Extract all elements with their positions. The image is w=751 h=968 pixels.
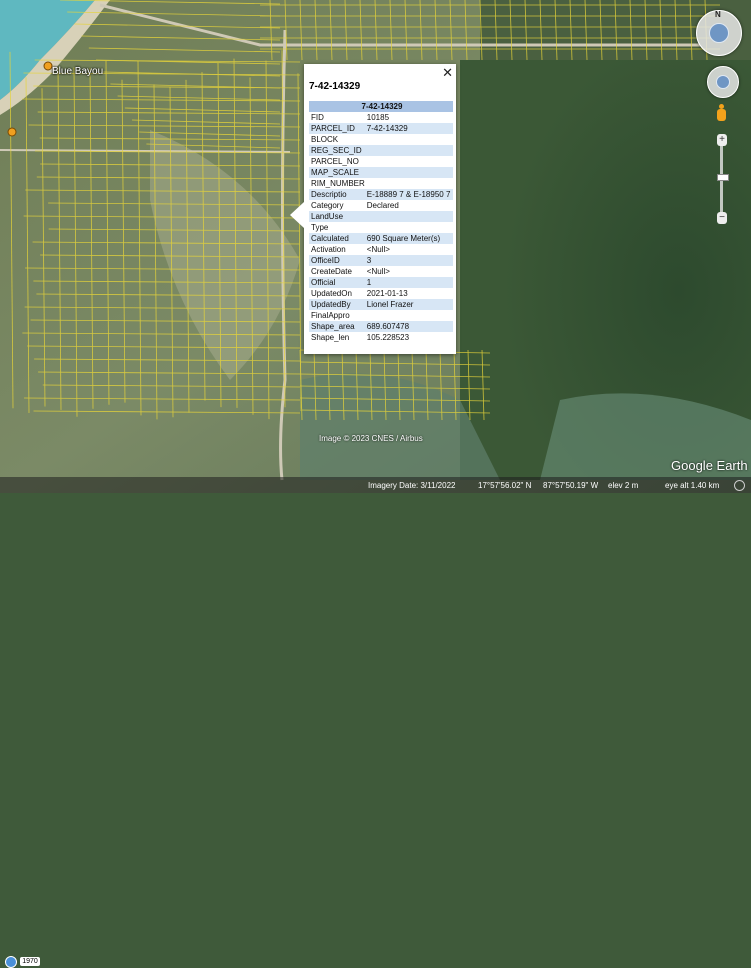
attribute-key: RIM_NUMBER	[311, 179, 365, 188]
attribute-key: Shape_len	[311, 333, 350, 342]
attribute-row: Category Declared	[309, 200, 453, 211]
hand-icon	[716, 75, 730, 89]
attribute-value	[365, 178, 453, 189]
attribute-key: BLOCK	[311, 135, 339, 144]
imagery-date: Imagery Date: 3/11/2022	[368, 481, 456, 490]
attribute-value: 105.228523	[366, 333, 410, 342]
look-joystick-icon[interactable]: N	[696, 10, 742, 56]
imagery-copyright: Image © 2023 CNES / Airbus	[319, 434, 423, 443]
attribute-key: MAP_SCALE	[309, 167, 365, 178]
attribute-key: UpdatedBy	[309, 299, 365, 310]
attribute-row: Shape_area 689.607478	[309, 321, 453, 332]
attribute-row: RIM_NUMBER	[309, 178, 453, 189]
attribute-row: Official 1	[309, 277, 453, 288]
attribute-value	[364, 211, 453, 222]
attribute-row: REG_SEC_ID	[309, 145, 453, 156]
status-circle-icon[interactable]	[734, 480, 745, 491]
attribute-row: FinalAppro	[309, 310, 453, 321]
attribute-row: Calculated 690 Square Meter(s)	[309, 233, 453, 244]
historical-year-badge[interactable]: 1970	[20, 957, 40, 966]
google-earth-logo: Google Earth	[671, 458, 748, 473]
zoom-slider-icon[interactable]: + −	[717, 134, 729, 226]
attribute-key: Shape_area	[309, 321, 365, 332]
attribute-row: PARCEL_ID 7-42-14329	[309, 123, 453, 134]
attribute-key: Activation	[311, 245, 346, 254]
attribute-row: UpdatedOn 2021-01-13	[309, 288, 453, 299]
attribute-key: REG_SEC_ID	[309, 145, 365, 156]
attribute-row: LandUse	[309, 211, 453, 222]
attribute-value: 689.607478	[364, 321, 453, 332]
attribute-value: <Null>	[366, 267, 390, 276]
attribute-row: CreateDate <Null>	[309, 266, 453, 277]
attribute-key: FinalAppro	[311, 311, 350, 320]
attribute-key: Calculated	[309, 233, 365, 244]
zoom-in-button[interactable]: +	[717, 134, 727, 146]
attribute-key: FID	[311, 113, 324, 122]
move-joystick-icon[interactable]	[707, 66, 739, 98]
place-label-blue-bayou[interactable]: Blue Bayou	[52, 66, 103, 77]
attribute-key: Category	[311, 201, 344, 210]
attribute-table-header: 7-42-14329	[309, 101, 453, 112]
eye-icon	[709, 23, 729, 43]
eye-altitude-readout: eye alt 1.40 km	[665, 481, 720, 490]
attribute-key: Descriptio	[309, 189, 365, 200]
attribute-row: Activation <Null>	[309, 244, 453, 255]
attribute-value	[364, 167, 453, 178]
attribute-row: OfficeID 3	[309, 255, 453, 266]
historical-imagery-icon[interactable]	[5, 956, 17, 968]
status-bar: 1970 Imagery Date: 3/11/2022 17°57'56.02…	[0, 477, 751, 968]
attribute-value: 3	[364, 255, 453, 266]
attribute-value: Lionel Frazer	[364, 299, 453, 310]
attribute-row: Shape_len 105.228523	[309, 332, 453, 343]
attribute-key: OfficeID	[309, 255, 365, 266]
attribute-value: <Null>	[366, 245, 390, 254]
attribute-value	[365, 310, 453, 321]
elevation-readout: elev 2 m	[608, 481, 639, 490]
attribute-value	[364, 145, 453, 156]
attribute-key: PARCEL_NO	[311, 157, 359, 166]
place-pin[interactable]	[7, 127, 17, 137]
attribute-key: Official	[309, 277, 365, 288]
zoom-out-button[interactable]: −	[717, 212, 727, 224]
street-view-pegman-icon[interactable]	[717, 104, 726, 124]
attribute-value: 1	[364, 277, 453, 288]
attribute-row: BLOCK	[309, 134, 453, 145]
place-pin[interactable]	[43, 61, 53, 71]
attribute-key: LandUse	[309, 211, 365, 222]
attribute-row: MAP_SCALE	[309, 167, 453, 178]
close-icon[interactable]: ✕	[442, 65, 453, 81]
attribute-table: 7-42-14329 FID 10185 PARCEL_ID 7-42-14329 BL…	[309, 101, 453, 343]
attribute-value: 7-42-14329	[364, 123, 453, 134]
popup-title: 7-42-14329	[309, 81, 361, 92]
attribute-value	[365, 222, 453, 233]
attribute-key: CreateDate	[311, 267, 352, 276]
attribute-key: Type	[311, 223, 329, 232]
attribute-value: 10185	[366, 113, 390, 122]
zoom-slider-thumb[interactable]	[717, 174, 729, 181]
attribute-value: 690 Square Meter(s)	[364, 233, 453, 244]
attribute-value: 2021-01-13	[366, 289, 408, 298]
attribute-key: PARCEL_ID	[309, 123, 365, 134]
latitude-readout: 17°57'56.02" N	[478, 481, 532, 490]
longitude-readout: 87°57'50.19" W	[543, 481, 599, 490]
attribute-row: UpdatedBy Lionel Frazer	[309, 299, 453, 310]
attribute-key: UpdatedOn	[311, 289, 352, 298]
compass-north-label[interactable]: N	[715, 10, 721, 19]
attribute-popup: 7-42-14329 ✕ 7-42-14329 FID 10185 PARCEL_I…	[290, 64, 456, 354]
attribute-row: FID 10185	[309, 112, 453, 123]
attribute-row: Type	[309, 222, 453, 233]
attribute-row: Descriptio E-18889 7 & E-18950 7	[309, 189, 453, 200]
attribute-value: Declared	[366, 201, 399, 210]
attribute-value	[365, 134, 453, 145]
attribute-value	[365, 156, 453, 167]
attribute-value: E-18889 7 & E-18950 7	[364, 189, 453, 200]
attribute-row: PARCEL_NO	[309, 156, 453, 167]
